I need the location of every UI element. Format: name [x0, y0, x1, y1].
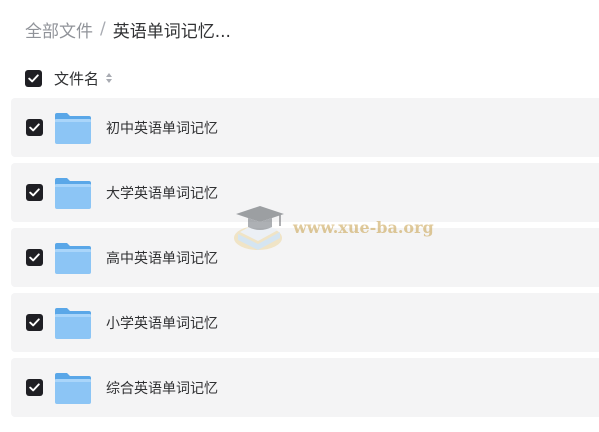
folder-icon — [55, 372, 91, 404]
file-name[interactable]: 高中英语单词记忆 — [106, 248, 218, 268]
file-name[interactable]: 综合英语单词记忆 — [106, 378, 218, 398]
row-checkbox[interactable] — [26, 314, 43, 331]
sort-arrows-icon — [106, 73, 113, 83]
file-name[interactable]: 大学英语单词记忆 — [106, 183, 218, 203]
file-list: 初中英语单词记忆 大学英语单词记忆 高中英语单词记忆 小学英语单词记忆 综合英语… — [11, 98, 599, 423]
file-name[interactable]: 初中英语单词记忆 — [106, 118, 218, 138]
checkmark-icon — [29, 318, 40, 327]
list-item[interactable]: 综合英语单词记忆 — [11, 358, 599, 417]
checkmark-icon — [29, 383, 40, 392]
sort-icon[interactable] — [105, 72, 113, 84]
file-name[interactable]: 小学英语单词记忆 — [106, 313, 218, 333]
list-item[interactable]: 高中英语单词记忆 — [11, 228, 599, 287]
list-item[interactable]: 初中英语单词记忆 — [11, 98, 599, 157]
list-item[interactable]: 大学英语单词记忆 — [11, 163, 599, 222]
breadcrumb-separator: / — [100, 19, 106, 39]
row-checkbox[interactable] — [26, 119, 43, 136]
checkmark-icon — [29, 123, 40, 132]
column-header-filename[interactable]: 文件名 — [54, 68, 99, 89]
checkmark-icon — [29, 253, 40, 262]
breadcrumb-current: 英语单词记忆... — [112, 21, 231, 42]
folder-icon — [55, 242, 91, 274]
row-checkbox[interactable] — [26, 379, 43, 396]
folder-icon — [55, 307, 91, 339]
row-checkbox[interactable] — [26, 184, 43, 201]
folder-icon — [55, 177, 91, 209]
checkmark-icon — [29, 188, 40, 197]
checkmark-icon — [28, 73, 39, 82]
select-all-checkbox[interactable] — [25, 69, 42, 87]
folder-icon — [55, 112, 91, 144]
breadcrumb-root-link[interactable]: 全部文件 — [25, 17, 93, 42]
list-header: 文件名 — [25, 66, 113, 90]
list-item[interactable]: 小学英语单词记忆 — [11, 293, 599, 352]
row-checkbox[interactable] — [26, 249, 43, 266]
breadcrumb: 全部文件 / 英语单词记忆... — [25, 14, 231, 44]
